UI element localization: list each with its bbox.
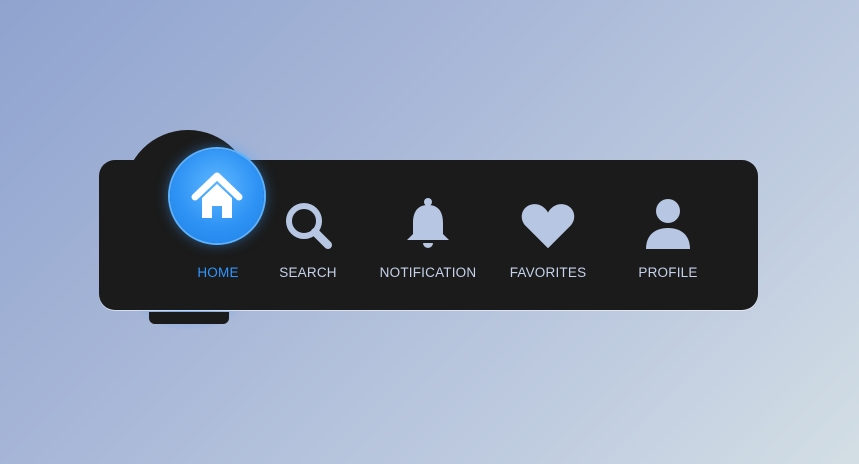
nav-label-profile: PROFILE [638, 265, 698, 280]
home-icon [191, 172, 243, 218]
search-icon [278, 196, 338, 256]
nav-item-search[interactable]: SEARCH [248, 160, 368, 310]
user-icon [638, 196, 698, 256]
heart-icon [518, 196, 578, 256]
active-indicator-bar [149, 312, 229, 324]
bell-icon [398, 196, 458, 256]
nav-item-notification[interactable]: NOTIFICATION [368, 160, 488, 310]
nav-item-favorites[interactable]: FAVORITES [488, 160, 608, 310]
nav-label-notification: NOTIFICATION [379, 265, 477, 280]
bottom-navigation-bar: HOME SEARCH NOTIFICATION FAVORITES PROFI… [99, 149, 758, 310]
nav-label-favorites: FAVORITES [509, 265, 587, 280]
nav-item-home[interactable]: HOME [128, 149, 264, 310]
nav-label-search: SEARCH [279, 265, 337, 280]
nav-item-profile[interactable]: PROFILE [608, 160, 728, 310]
